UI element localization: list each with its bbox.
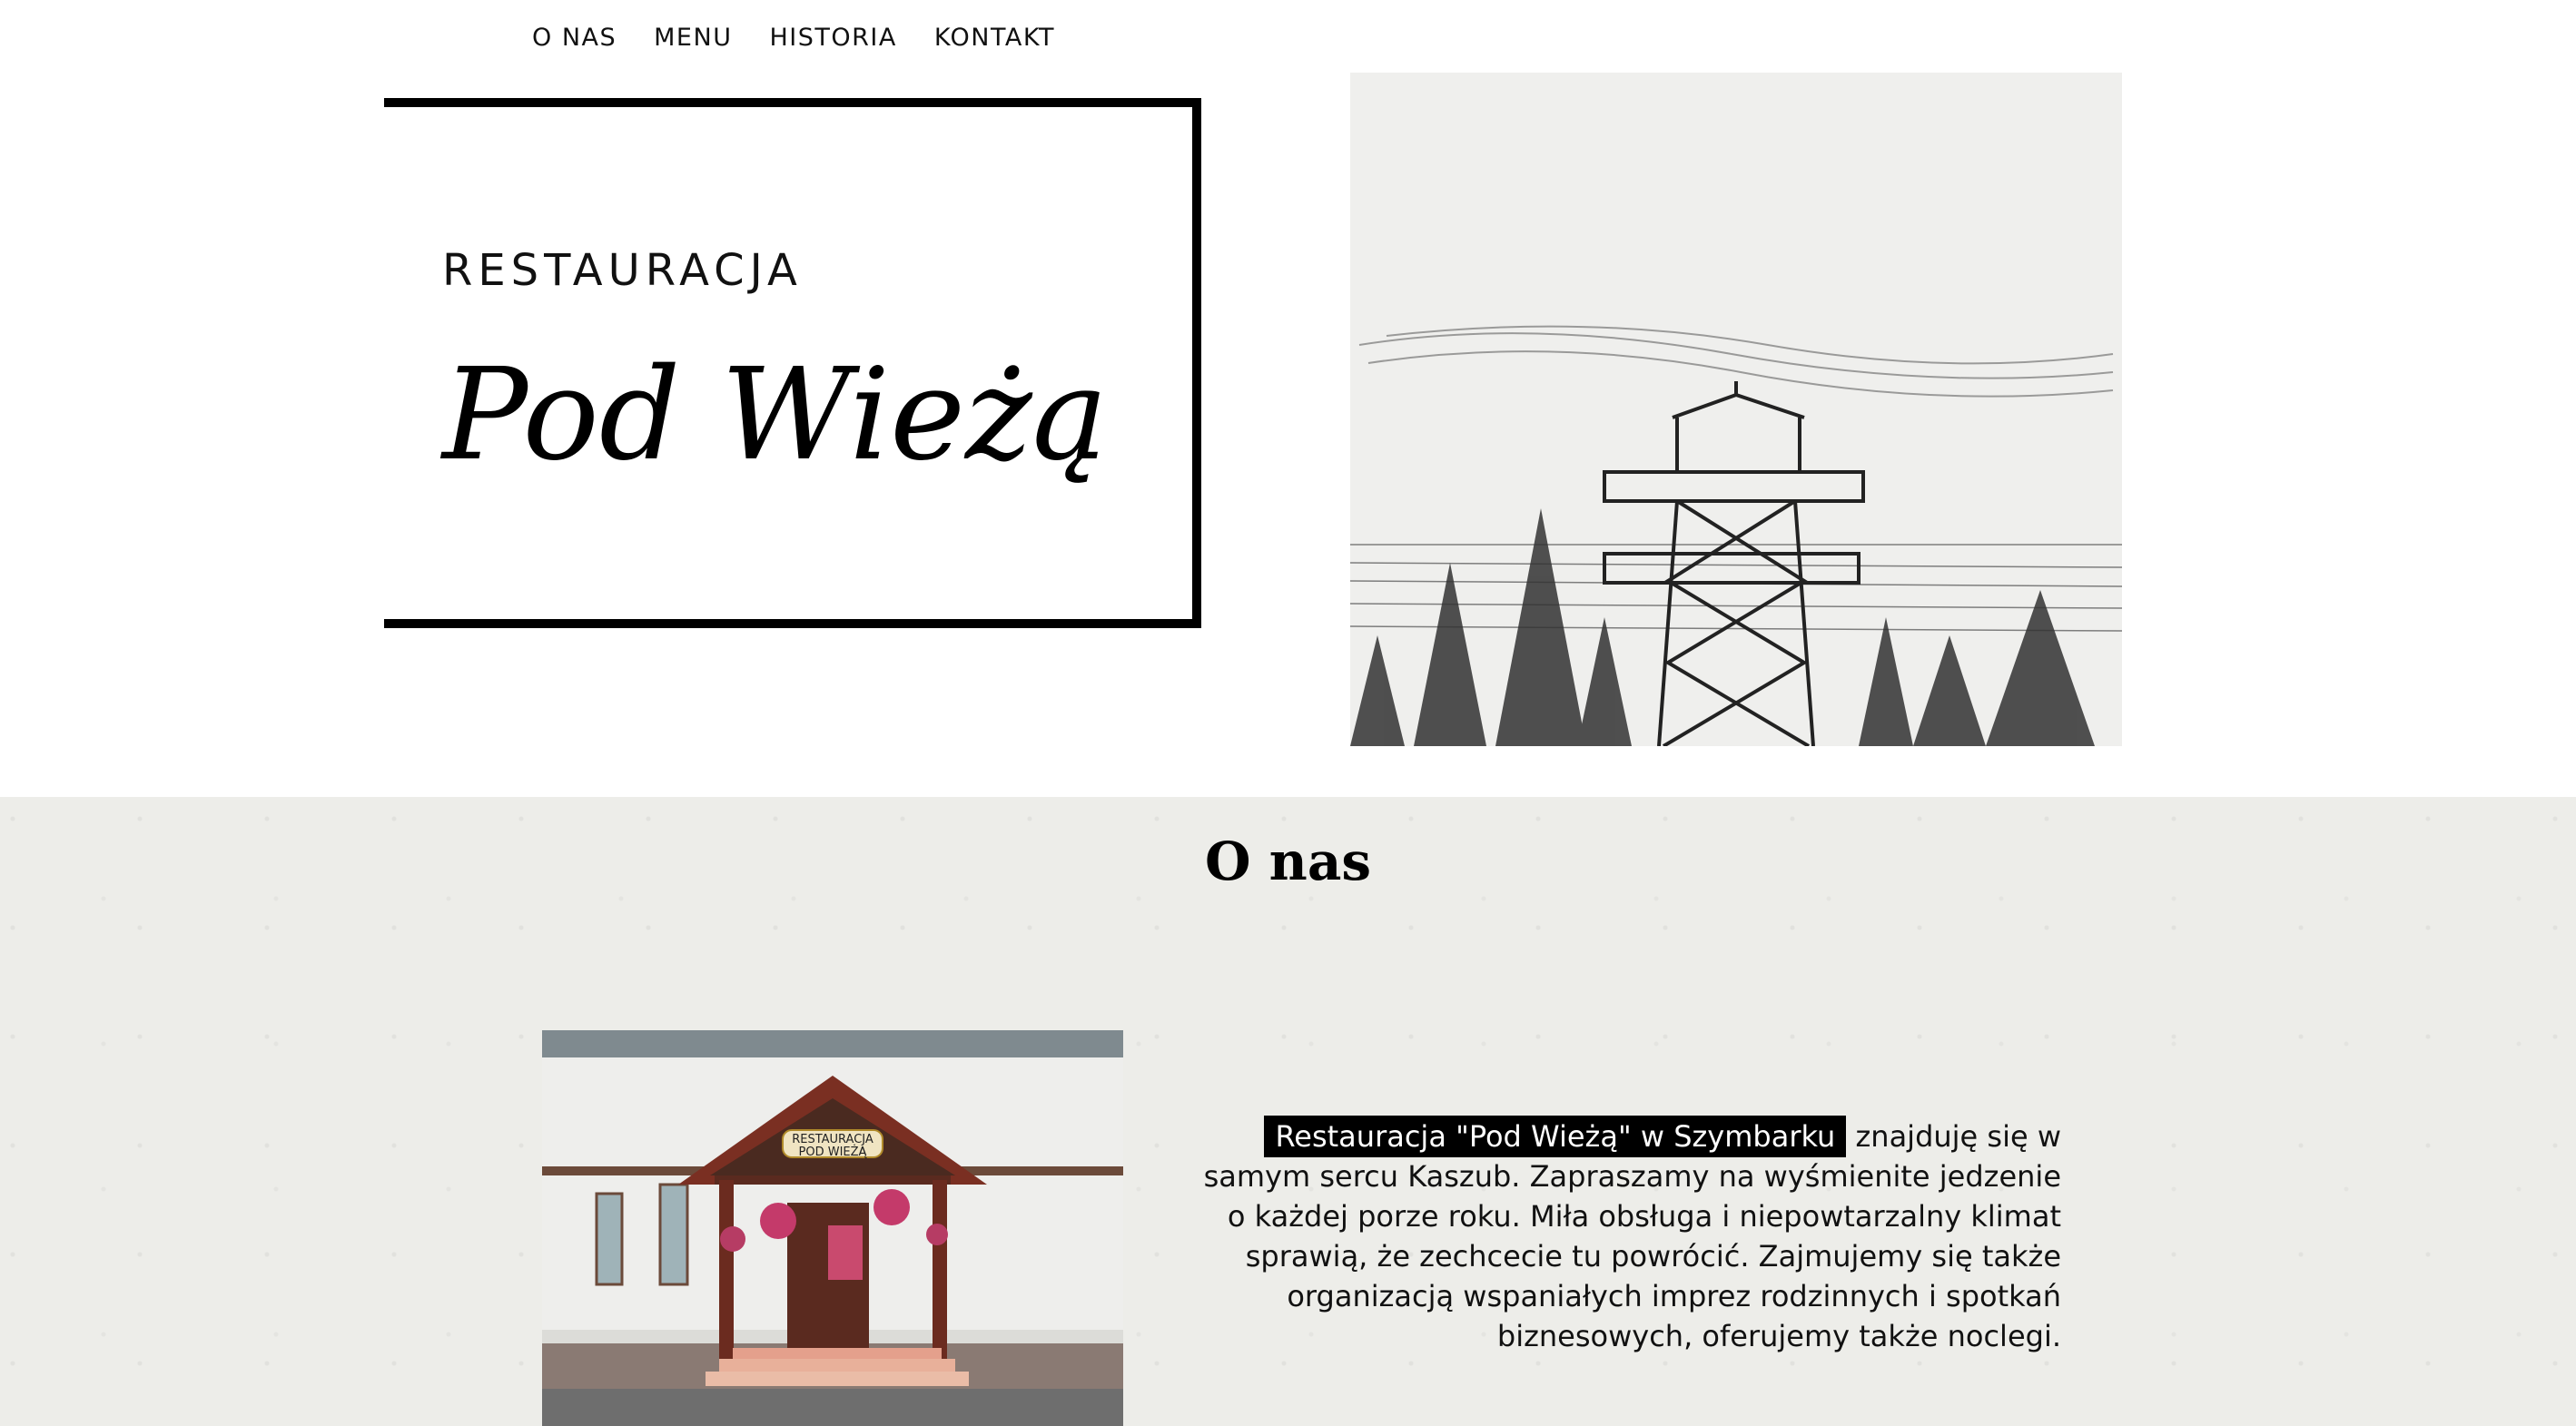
about-text: Restauracja "Pod Wieżą" w Szymbarku znaj…	[1189, 1116, 2061, 1356]
restaurant-photo: RESTAURACJA POD WIEŻĄ	[542, 1030, 1123, 1426]
nav-item-kontakt[interactable]: KONTAKT	[934, 20, 1055, 56]
photo-sign-line1: RESTAURACJA	[792, 1133, 873, 1146]
about-highlight: Restauracja "Pod Wieżą" w Szymbarku	[1264, 1116, 1847, 1157]
main-nav: O NAS MENU HISTORIA KONTAKT	[532, 20, 1092, 56]
nav-item-o-nas[interactable]: O NAS	[532, 20, 617, 56]
logo-subtitle: RESTAURACJA	[442, 245, 803, 296]
nav-item-historia[interactable]: HISTORIA	[769, 20, 896, 56]
tower-drawing-image	[1350, 73, 2122, 746]
nav-item-menu[interactable]: MENU	[654, 20, 732, 56]
logo-name: Pod Wieżą	[442, 341, 1109, 489]
about-title: O nas	[1204, 831, 1372, 892]
photo-sign-line2: POD WIEŻĄ	[799, 1145, 868, 1159]
